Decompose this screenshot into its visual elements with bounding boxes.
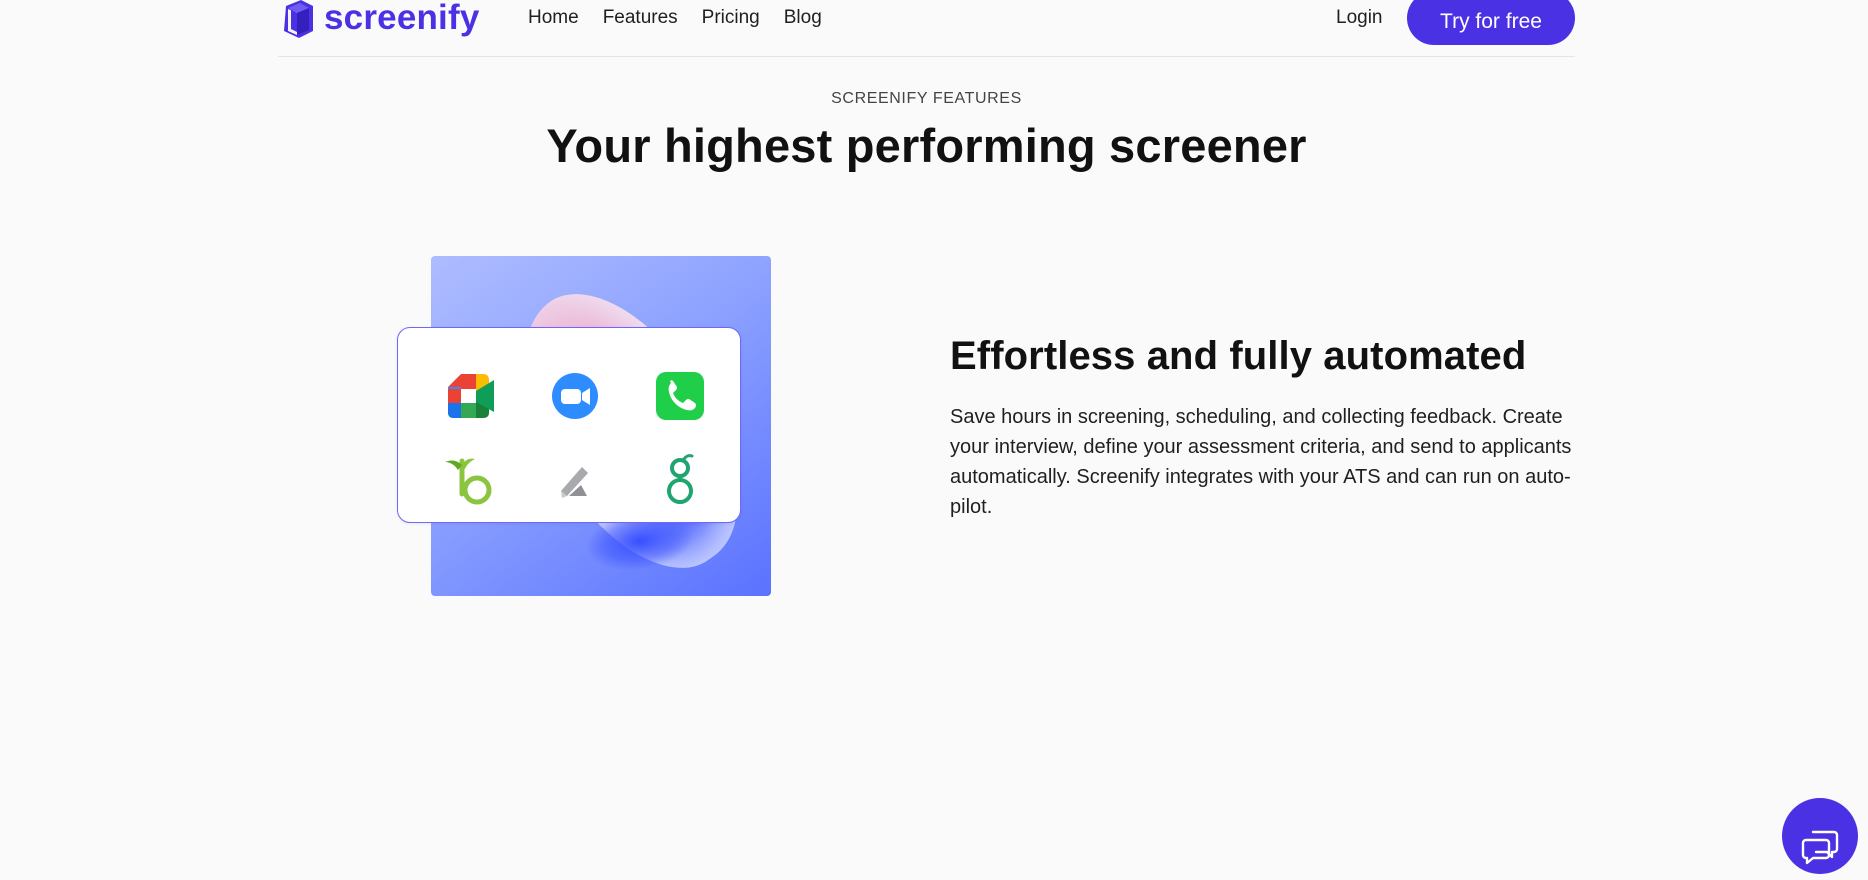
phone-call-icon xyxy=(656,372,704,420)
nav-home-link[interactable]: Home xyxy=(528,7,579,29)
support-chat-button[interactable] xyxy=(1782,798,1858,874)
integrations-visual xyxy=(397,256,772,596)
automation-feature-title: Effortless and fully automated xyxy=(950,334,1527,378)
primary-navigation: Home Features Pricing Blog xyxy=(528,7,822,29)
features-eyebrow: SCREENIFY FEATURES xyxy=(831,90,1022,107)
site-header: screenify Home Features Pricing Blog Log… xyxy=(278,0,1575,57)
nav-pricing-link[interactable]: Pricing xyxy=(702,7,760,29)
nav-blog-link[interactable]: Blog xyxy=(784,7,822,29)
zoom-icon xyxy=(552,373,598,419)
screenify-logo-icon xyxy=(284,0,313,38)
try-for-free-button[interactable]: Try for free xyxy=(1407,0,1575,45)
integration-icons-card xyxy=(397,327,741,523)
greenhouse-icon xyxy=(667,454,694,504)
bamboohr-icon xyxy=(445,458,492,505)
chat-bubbles-icon xyxy=(1801,830,1839,865)
brand-logo[interactable]: screenify xyxy=(278,0,480,38)
lever-icon xyxy=(561,467,588,498)
brand-name: screenify xyxy=(324,0,480,37)
features-heading: Your highest performing screener xyxy=(546,119,1307,172)
automation-feature-description: Save hours in screening, scheduling, and… xyxy=(950,406,1572,518)
nav-features-link[interactable]: Features xyxy=(603,7,678,29)
google-meet-icon xyxy=(448,374,494,418)
login-link[interactable]: Login xyxy=(1336,7,1383,29)
